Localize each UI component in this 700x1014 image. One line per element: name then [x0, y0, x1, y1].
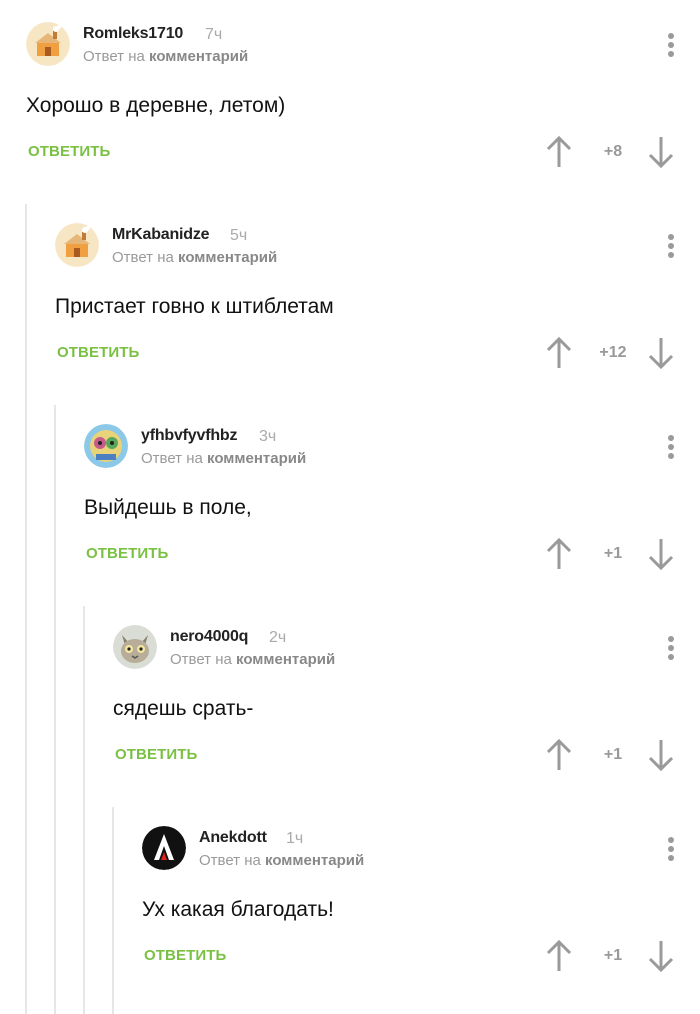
reply-button[interactable]: ОТВЕТИТЬ: [115, 746, 197, 763]
comment-time: 1ч: [286, 830, 304, 847]
rating-count: +1: [603, 947, 623, 964]
comment: nero4000q 2ч Ответ на комментарий сядешь…: [0, 603, 700, 804]
comment-text: сядешь срать-: [113, 697, 254, 720]
comment: yfhbvfyvfhbz 3ч Ответ на комментарий Вый…: [0, 402, 700, 603]
arrow-up-icon[interactable]: [544, 135, 574, 169]
more-menu-icon[interactable]: [668, 837, 674, 864]
comment: Anekdott 1ч Ответ на комментарий Ух кака…: [0, 804, 700, 1005]
rating-count: +1: [603, 746, 623, 763]
comment-time: 2ч: [269, 629, 287, 646]
more-menu-icon[interactable]: [668, 636, 674, 663]
reply-to-label: Ответ на комментарий: [112, 249, 277, 266]
more-menu-icon[interactable]: [668, 435, 674, 462]
comment: MrKabanidze 5ч Ответ на комментарий Прис…: [0, 201, 700, 402]
reply-button[interactable]: ОТВЕТИТЬ: [57, 344, 139, 361]
avatar[interactable]: [55, 223, 99, 267]
reply-target-link[interactable]: комментарий: [149, 48, 248, 65]
avatar[interactable]: [142, 826, 186, 870]
reply-to-label: Ответ на комментарий: [170, 651, 335, 668]
comment-time: 5ч: [230, 227, 248, 244]
reply-prefix: Ответ на: [83, 48, 145, 65]
comment-text: Ух какая благодать!: [142, 898, 334, 921]
arrow-up-icon[interactable]: [544, 939, 574, 973]
comment-text: Хорошо в деревне, летом): [26, 94, 286, 117]
rating-count: +8: [603, 143, 623, 160]
arrow-up-icon[interactable]: [544, 537, 574, 571]
arrow-down-icon[interactable]: [646, 537, 676, 571]
author-name[interactable]: nero4000q: [170, 628, 248, 646]
arrow-down-icon[interactable]: [646, 135, 676, 169]
reply-to-label: Ответ на комментарий: [199, 852, 364, 869]
reply-prefix: Ответ на: [170, 651, 232, 668]
comment-time: 7ч: [205, 26, 223, 43]
arrow-up-icon[interactable]: [544, 336, 574, 370]
reply-target-link[interactable]: комментарий: [178, 249, 277, 266]
reply-button[interactable]: ОТВЕТИТЬ: [144, 947, 226, 964]
more-menu-icon[interactable]: [668, 33, 674, 60]
comment-time: 3ч: [259, 428, 277, 445]
rating-count: +12: [599, 344, 627, 361]
rating-count: +1: [603, 545, 623, 562]
avatar[interactable]: [84, 424, 128, 468]
reply-target-link[interactable]: комментарий: [207, 450, 306, 467]
arrow-up-icon[interactable]: [544, 738, 574, 772]
reply-to-label: Ответ на комментарий: [141, 450, 306, 467]
comment-text: Пристает говно к штиблетам: [55, 295, 334, 318]
author-name[interactable]: Romleks1710: [83, 25, 183, 43]
author-name[interactable]: Anekdott: [199, 829, 267, 847]
arrow-down-icon[interactable]: [646, 336, 676, 370]
comment: Romleks1710 7ч Ответ на комментарий Хоро…: [0, 0, 700, 201]
reply-to-label: Ответ на комментарий: [83, 48, 248, 65]
reply-prefix: Ответ на: [199, 852, 261, 869]
reply-prefix: Ответ на: [141, 450, 203, 467]
avatar[interactable]: [26, 22, 70, 66]
reply-target-link[interactable]: комментарий: [236, 651, 335, 668]
reply-button[interactable]: ОТВЕТИТЬ: [86, 545, 168, 562]
reply-prefix: Ответ на: [112, 249, 174, 266]
more-menu-icon[interactable]: [668, 234, 674, 261]
arrow-down-icon[interactable]: [646, 738, 676, 772]
reply-button[interactable]: ОТВЕТИТЬ: [28, 143, 110, 160]
comment-text: Выйдешь в поле,: [84, 496, 252, 519]
author-name[interactable]: yfhbvfyvfhbz: [141, 427, 237, 445]
avatar[interactable]: [113, 625, 157, 669]
author-name[interactable]: MrKabanidze: [112, 226, 210, 244]
reply-target-link[interactable]: комментарий: [265, 852, 364, 869]
arrow-down-icon[interactable]: [646, 939, 676, 973]
